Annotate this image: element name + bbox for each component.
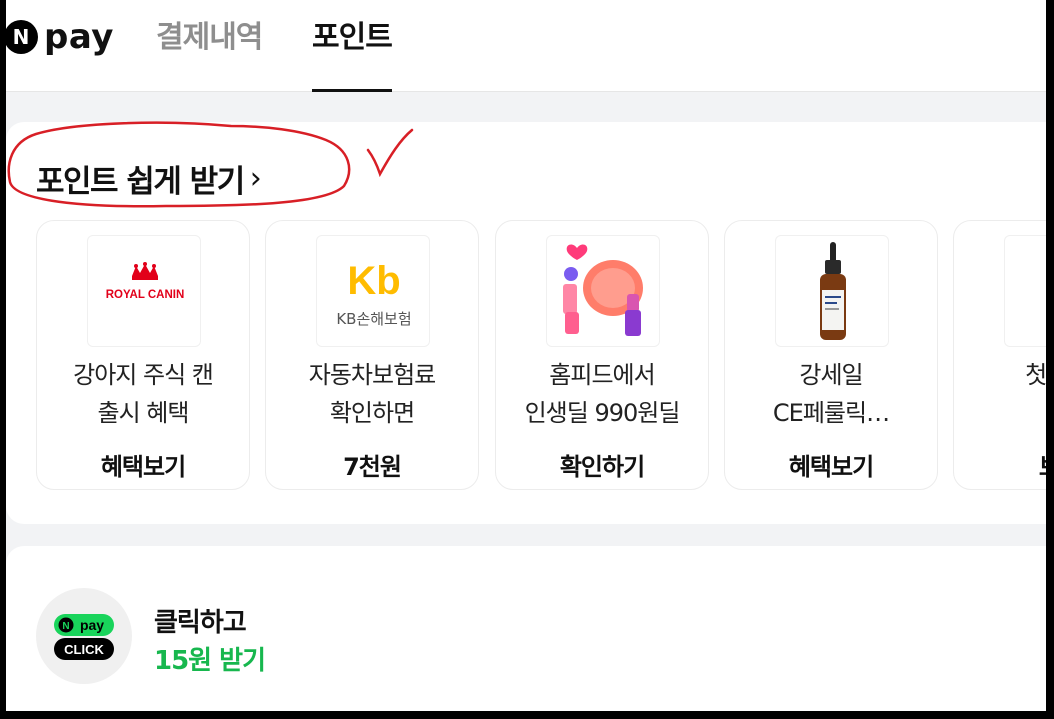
benefit-card[interactable]: 홈피드에서 인생딜 990원딜 확인하기 xyxy=(495,220,709,490)
section-title-text: 포인트 쉽게 받기 xyxy=(36,164,245,200)
app-screen: N pay 결제내역 포인트 포인트 쉽게 받기 › ROYAL CANIN 강… xyxy=(6,0,1046,711)
card-title-line1: 홈피드에서 xyxy=(549,361,655,389)
promo-image xyxy=(1004,235,1046,347)
card-title-line2: 확인하면 xyxy=(329,399,415,427)
badge-n-letter: N xyxy=(62,621,69,632)
card-action-label: 7천원 xyxy=(343,453,402,481)
tab-payment-history[interactable]: 결제내역 xyxy=(156,18,263,92)
card-title-line2: CE페룰릭… xyxy=(772,399,890,427)
card-action-label: 혜택보기 xyxy=(100,453,186,481)
kb-mark: Kb xyxy=(347,259,400,303)
badge-click-text: CLICK xyxy=(64,642,104,657)
card-title-line1: 자동차보험료 xyxy=(308,361,436,389)
click-reward-title: 클릭하고 xyxy=(154,608,247,638)
card-action-label: 확인하기 xyxy=(559,453,645,481)
card-action-label: 보러 xyxy=(954,447,1046,482)
cosmetics-image xyxy=(546,235,660,347)
tab-points[interactable]: 포인트 xyxy=(312,18,393,92)
chevron-right-icon: › xyxy=(249,161,262,196)
royal-canin-wordmark: ROYAL CANIN xyxy=(106,289,185,301)
serum-bottle-image xyxy=(775,235,889,347)
card-title-line2: 출시 혜택 xyxy=(97,399,190,427)
easy-points-title[interactable]: 포인트 쉽게 받기 › xyxy=(36,156,262,201)
npay-click-badge-icon: N pay CLICK xyxy=(36,588,132,684)
benefit-card[interactable]: 강세일 CE페룰릭… 혜택보기 xyxy=(724,220,938,490)
easy-points-section: 포인트 쉽게 받기 › ROYAL CANIN 강아지 주식 캔 출시 혜택 혜… xyxy=(6,121,1046,524)
kb-insurance-logo: Kb KB손해보험 xyxy=(316,235,430,347)
benefit-card[interactable]: 첫 영상 10 보러 xyxy=(953,220,1046,490)
benefit-card[interactable]: ROYAL CANIN 강아지 주식 캔 출시 혜택 혜택보기 xyxy=(36,220,250,490)
npay-logo-text: pay xyxy=(44,17,114,57)
top-header: N pay 결제내역 포인트 xyxy=(6,0,1046,92)
click-reward-amount: 15원 받기 xyxy=(154,646,266,676)
card-title-line1: 첫 영상 xyxy=(1025,361,1046,389)
badge-pay-text: pay xyxy=(80,617,104,633)
card-title-line1: 강세일 xyxy=(799,361,863,389)
card-action-label: 혜택보기 xyxy=(788,453,874,481)
royal-canin-logo: ROYAL CANIN xyxy=(87,235,201,347)
benefit-card[interactable]: Kb KB손해보험 자동차보험료 확인하면 7천원 xyxy=(265,220,479,490)
npay-logo[interactable]: N pay xyxy=(6,20,114,54)
kb-wordmark: KB손해보험 xyxy=(336,310,411,328)
npay-logo-mark: N xyxy=(6,20,38,54)
card-title-line2: 10 xyxy=(954,393,1047,421)
card-title-line2: 인생딜 990원딜 xyxy=(524,399,681,427)
click-reward-section[interactable]: N pay CLICK 클릭하고 15원 받기 xyxy=(6,546,1046,711)
card-title-line1: 강아지 주식 캔 xyxy=(73,361,214,389)
